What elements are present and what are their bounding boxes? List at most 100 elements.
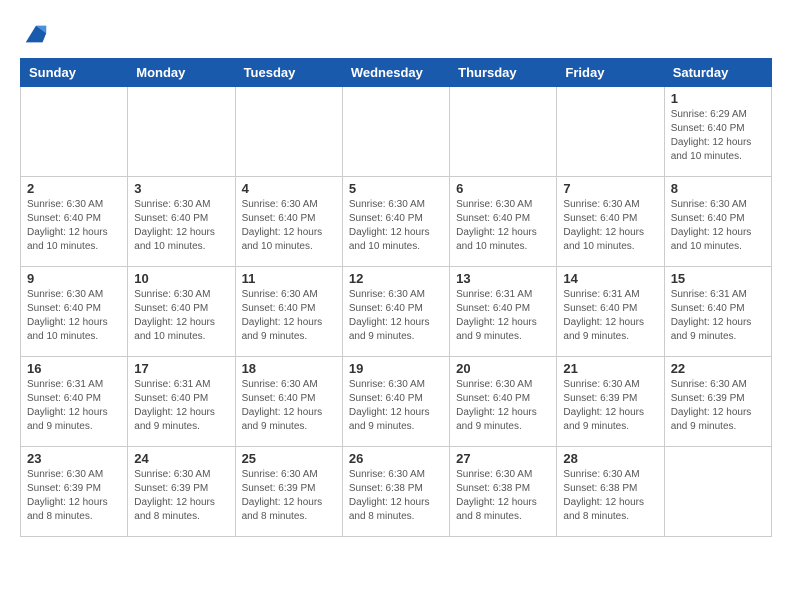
- col-saturday: Saturday: [664, 59, 771, 87]
- day-number: 27: [456, 451, 550, 466]
- day-number: 17: [134, 361, 228, 376]
- calendar-cell: 26 Sunrise: 6:30 AM Sunset: 6:38 PM Dayli…: [342, 447, 449, 537]
- col-tuesday: Tuesday: [235, 59, 342, 87]
- day-number: 13: [456, 271, 550, 286]
- day-number: 24: [134, 451, 228, 466]
- day-number: 25: [242, 451, 336, 466]
- day-number: 5: [349, 181, 443, 196]
- day-info: Sunrise: 6:30 AM Sunset: 6:38 PM Dayligh…: [563, 468, 657, 524]
- day-number: 23: [27, 451, 121, 466]
- day-info: Sunrise: 6:30 AM Sunset: 6:40 PM Dayligh…: [349, 378, 443, 434]
- calendar-cell: 3 Sunrise: 6:30 AM Sunset: 6:40 PM Daylig…: [128, 177, 235, 267]
- day-number: 11: [242, 271, 336, 286]
- calendar-cell: 16 Sunrise: 6:31 AM Sunset: 6:40 PM Dayli…: [21, 357, 128, 447]
- day-number: 18: [242, 361, 336, 376]
- calendar-cell: 25 Sunrise: 6:30 AM Sunset: 6:39 PM Dayli…: [235, 447, 342, 537]
- calendar-cell: 12 Sunrise: 6:30 AM Sunset: 6:40 PM Dayli…: [342, 267, 449, 357]
- calendar-cell: [664, 447, 771, 537]
- calendar-cell: [450, 87, 557, 177]
- calendar-cell: 11 Sunrise: 6:30 AM Sunset: 6:40 PM Dayli…: [235, 267, 342, 357]
- calendar-cell: 21 Sunrise: 6:30 AM Sunset: 6:39 PM Dayli…: [557, 357, 664, 447]
- day-number: 3: [134, 181, 228, 196]
- day-info: Sunrise: 6:30 AM Sunset: 6:38 PM Dayligh…: [456, 468, 550, 524]
- day-info: Sunrise: 6:30 AM Sunset: 6:39 PM Dayligh…: [242, 468, 336, 524]
- day-number: 26: [349, 451, 443, 466]
- day-number: 20: [456, 361, 550, 376]
- calendar-table: Sunday Monday Tuesday Wednesday Thursday…: [20, 58, 772, 537]
- day-info: Sunrise: 6:31 AM Sunset: 6:40 PM Dayligh…: [27, 378, 121, 434]
- week-row-5: 23 Sunrise: 6:30 AM Sunset: 6:39 PM Dayli…: [21, 447, 772, 537]
- calendar-header-row: Sunday Monday Tuesday Wednesday Thursday…: [21, 59, 772, 87]
- day-info: Sunrise: 6:30 AM Sunset: 6:40 PM Dayligh…: [242, 288, 336, 344]
- day-info: Sunrise: 6:30 AM Sunset: 6:40 PM Dayligh…: [242, 198, 336, 254]
- calendar-cell: [21, 87, 128, 177]
- calendar-cell: [235, 87, 342, 177]
- calendar-cell: 27 Sunrise: 6:30 AM Sunset: 6:38 PM Dayli…: [450, 447, 557, 537]
- day-info: Sunrise: 6:30 AM Sunset: 6:40 PM Dayligh…: [27, 198, 121, 254]
- day-number: 15: [671, 271, 765, 286]
- day-number: 10: [134, 271, 228, 286]
- day-info: Sunrise: 6:30 AM Sunset: 6:40 PM Dayligh…: [671, 198, 765, 254]
- col-monday: Monday: [128, 59, 235, 87]
- week-row-2: 2Sunrise: 6:30 AM Sunset: 6:40 PM Daylig…: [21, 177, 772, 267]
- day-info: Sunrise: 6:30 AM Sunset: 6:40 PM Dayligh…: [349, 198, 443, 254]
- day-number: 7: [563, 181, 657, 196]
- calendar-cell: 24 Sunrise: 6:30 AM Sunset: 6:39 PM Dayli…: [128, 447, 235, 537]
- calendar-cell: [128, 87, 235, 177]
- calendar-cell: 15 Sunrise: 6:31 AM Sunset: 6:40 PM Dayli…: [664, 267, 771, 357]
- col-sunday: Sunday: [21, 59, 128, 87]
- day-info: Sunrise: 6:30 AM Sunset: 6:39 PM Dayligh…: [563, 378, 657, 434]
- calendar-cell: 23 Sunrise: 6:30 AM Sunset: 6:39 PM Dayli…: [21, 447, 128, 537]
- col-friday: Friday: [557, 59, 664, 87]
- calendar-cell: 7 Sunrise: 6:30 AM Sunset: 6:40 PM Daylig…: [557, 177, 664, 267]
- calendar-cell: 1 Sunrise: 6:29 AM Sunset: 6:40 PM Daylig…: [664, 87, 771, 177]
- calendar-cell: 14 Sunrise: 6:31 AM Sunset: 6:40 PM Dayli…: [557, 267, 664, 357]
- day-number: 8: [671, 181, 765, 196]
- day-number: 14: [563, 271, 657, 286]
- calendar-cell: 10 Sunrise: 6:30 AM Sunset: 6:40 PM Dayli…: [128, 267, 235, 357]
- calendar-cell: 22Sunrise: 6:30 AM Sunset: 6:39 PM Dayli…: [664, 357, 771, 447]
- day-number: 12: [349, 271, 443, 286]
- calendar-cell: 17 Sunrise: 6:31 AM Sunset: 6:40 PM Dayli…: [128, 357, 235, 447]
- logo: [20, 20, 50, 48]
- calendar-cell: 13Sunrise: 6:31 AM Sunset: 6:40 PM Dayli…: [450, 267, 557, 357]
- day-number: 16: [27, 361, 121, 376]
- day-info: Sunrise: 6:30 AM Sunset: 6:38 PM Dayligh…: [349, 468, 443, 524]
- day-info: Sunrise: 6:30 AM Sunset: 6:40 PM Dayligh…: [242, 378, 336, 434]
- day-info: Sunrise: 6:30 AM Sunset: 6:40 PM Dayligh…: [134, 288, 228, 344]
- calendar-cell: 2Sunrise: 6:30 AM Sunset: 6:40 PM Daylig…: [21, 177, 128, 267]
- day-info: Sunrise: 6:30 AM Sunset: 6:39 PM Dayligh…: [27, 468, 121, 524]
- page-container: Sunday Monday Tuesday Wednesday Thursday…: [0, 0, 792, 547]
- day-number: 21: [563, 361, 657, 376]
- day-number: 19: [349, 361, 443, 376]
- calendar-cell: 6Sunrise: 6:30 AM Sunset: 6:40 PM Daylig…: [450, 177, 557, 267]
- day-info: Sunrise: 6:29 AM Sunset: 6:40 PM Dayligh…: [671, 108, 765, 164]
- calendar-cell: [557, 87, 664, 177]
- day-info: Sunrise: 6:30 AM Sunset: 6:40 PM Dayligh…: [456, 198, 550, 254]
- calendar-cell: 8 Sunrise: 6:30 AM Sunset: 6:40 PM Daylig…: [664, 177, 771, 267]
- day-number: 4: [242, 181, 336, 196]
- col-thursday: Thursday: [450, 59, 557, 87]
- calendar-cell: [342, 87, 449, 177]
- day-info: Sunrise: 6:31 AM Sunset: 6:40 PM Dayligh…: [671, 288, 765, 344]
- week-row-1: 1 Sunrise: 6:29 AM Sunset: 6:40 PM Daylig…: [21, 87, 772, 177]
- logo-icon: [22, 20, 50, 48]
- day-number: 28: [563, 451, 657, 466]
- calendar-cell: 19 Sunrise: 6:30 AM Sunset: 6:40 PM Dayli…: [342, 357, 449, 447]
- col-wednesday: Wednesday: [342, 59, 449, 87]
- day-info: Sunrise: 6:30 AM Sunset: 6:40 PM Dayligh…: [27, 288, 121, 344]
- calendar-cell: 4 Sunrise: 6:30 AM Sunset: 6:40 PM Daylig…: [235, 177, 342, 267]
- day-info: Sunrise: 6:30 AM Sunset: 6:40 PM Dayligh…: [349, 288, 443, 344]
- week-row-3: 9 Sunrise: 6:30 AM Sunset: 6:40 PM Daylig…: [21, 267, 772, 357]
- day-info: Sunrise: 6:30 AM Sunset: 6:40 PM Dayligh…: [563, 198, 657, 254]
- day-info: Sunrise: 6:30 AM Sunset: 6:39 PM Dayligh…: [671, 378, 765, 434]
- calendar-cell: 9 Sunrise: 6:30 AM Sunset: 6:40 PM Daylig…: [21, 267, 128, 357]
- day-info: Sunrise: 6:31 AM Sunset: 6:40 PM Dayligh…: [563, 288, 657, 344]
- day-info: Sunrise: 6:30 AM Sunset: 6:40 PM Dayligh…: [134, 198, 228, 254]
- day-number: 1: [671, 91, 765, 106]
- day-info: Sunrise: 6:30 AM Sunset: 6:39 PM Dayligh…: [134, 468, 228, 524]
- calendar-cell: 20Sunrise: 6:30 AM Sunset: 6:40 PM Dayli…: [450, 357, 557, 447]
- day-info: Sunrise: 6:31 AM Sunset: 6:40 PM Dayligh…: [134, 378, 228, 434]
- calendar-cell: 18 Sunrise: 6:30 AM Sunset: 6:40 PM Dayli…: [235, 357, 342, 447]
- day-number: 9: [27, 271, 121, 286]
